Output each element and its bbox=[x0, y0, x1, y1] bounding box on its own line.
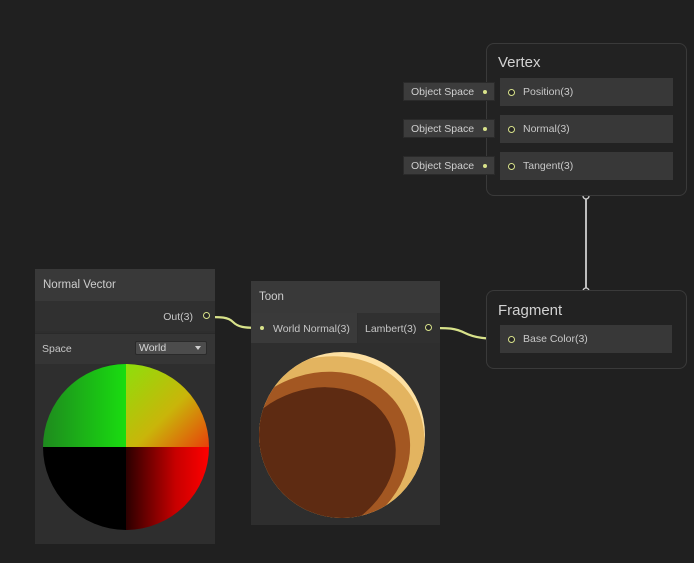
normal-vector-preview-sphere bbox=[43, 364, 209, 530]
toon-io-row: World Normal(3) Lambert(3) bbox=[251, 313, 440, 343]
base-color-port[interactable] bbox=[508, 335, 515, 343]
space-label: Space bbox=[42, 343, 72, 355]
normal-vector-header[interactable]: Normal Vector bbox=[35, 269, 215, 301]
world-normal-label: World Normal(3) bbox=[273, 323, 350, 335]
chevron-down-icon bbox=[195, 346, 201, 350]
tangent-port[interactable] bbox=[508, 162, 515, 170]
toon-node[interactable]: Toon World Normal(3) Lambert(3) bbox=[251, 281, 440, 525]
position-space-port bbox=[483, 90, 487, 94]
tangent-space-input[interactable]: Object Space bbox=[403, 156, 495, 175]
space-row: Space World bbox=[35, 333, 215, 365]
normal-port[interactable] bbox=[508, 125, 515, 133]
vertex-title: Vertex bbox=[498, 54, 541, 71]
space-dropdown[interactable]: World bbox=[135, 341, 207, 355]
lambert-port[interactable] bbox=[425, 324, 432, 331]
position-space-input[interactable]: Object Space bbox=[403, 82, 495, 101]
toon-preview-sphere bbox=[259, 352, 425, 518]
preview-quadrant-top-left bbox=[43, 364, 126, 447]
normal-slot[interactable]: Normal(3) bbox=[500, 115, 673, 143]
normal-vector-node[interactable]: Normal Vector Out(3) Space World bbox=[35, 269, 215, 544]
lambert-label: Lambert(3) bbox=[365, 323, 417, 335]
toon-header[interactable]: Toon bbox=[251, 281, 440, 313]
normal-space-input[interactable]: Object Space bbox=[403, 119, 495, 138]
normal-vector-preview bbox=[35, 364, 215, 544]
preview-quadrant-bottom-right bbox=[126, 447, 209, 530]
position-port[interactable] bbox=[508, 88, 515, 96]
normal-vector-output-row: Out(3) bbox=[35, 301, 215, 331]
normal-vector-title: Normal Vector bbox=[43, 279, 116, 291]
base-color-label: Base Color(3) bbox=[523, 333, 588, 345]
tangent-space-label: Object Space bbox=[411, 159, 475, 172]
tangent-slot-label: Tangent(3) bbox=[523, 160, 574, 172]
world-normal-port[interactable] bbox=[260, 326, 264, 330]
normal-vector-output-label: Out(3) bbox=[163, 311, 193, 323]
preview-quadrant-bottom-left bbox=[43, 447, 126, 530]
preview-quadrant-top-right bbox=[126, 364, 209, 447]
normal-space-label: Object Space bbox=[411, 122, 475, 135]
tangent-slot[interactable]: Tangent(3) bbox=[500, 152, 673, 180]
position-slot[interactable]: Position(3) bbox=[500, 78, 673, 106]
toon-title: Toon bbox=[259, 291, 284, 303]
fragment-title: Fragment bbox=[498, 302, 563, 319]
fragment-block[interactable]: Fragment Base Color(3) bbox=[486, 290, 687, 369]
vertex-block[interactable]: Vertex Position(3) Normal(3) Tangent(3) bbox=[486, 43, 687, 196]
base-color-slot[interactable]: Base Color(3) bbox=[500, 325, 672, 353]
position-space-label: Object Space bbox=[411, 85, 475, 98]
position-slot-label: Position(3) bbox=[523, 86, 574, 98]
space-dropdown-value: World bbox=[139, 342, 167, 354]
toon-output-slot[interactable]: Lambert(3) bbox=[358, 313, 440, 343]
normal-vector-output-port[interactable] bbox=[203, 312, 210, 319]
tangent-space-port bbox=[483, 164, 487, 168]
toon-input-slot[interactable]: World Normal(3) bbox=[251, 313, 357, 343]
toon-preview bbox=[251, 343, 432, 524]
normal-space-port bbox=[483, 127, 487, 131]
normal-slot-label: Normal(3) bbox=[523, 123, 570, 135]
